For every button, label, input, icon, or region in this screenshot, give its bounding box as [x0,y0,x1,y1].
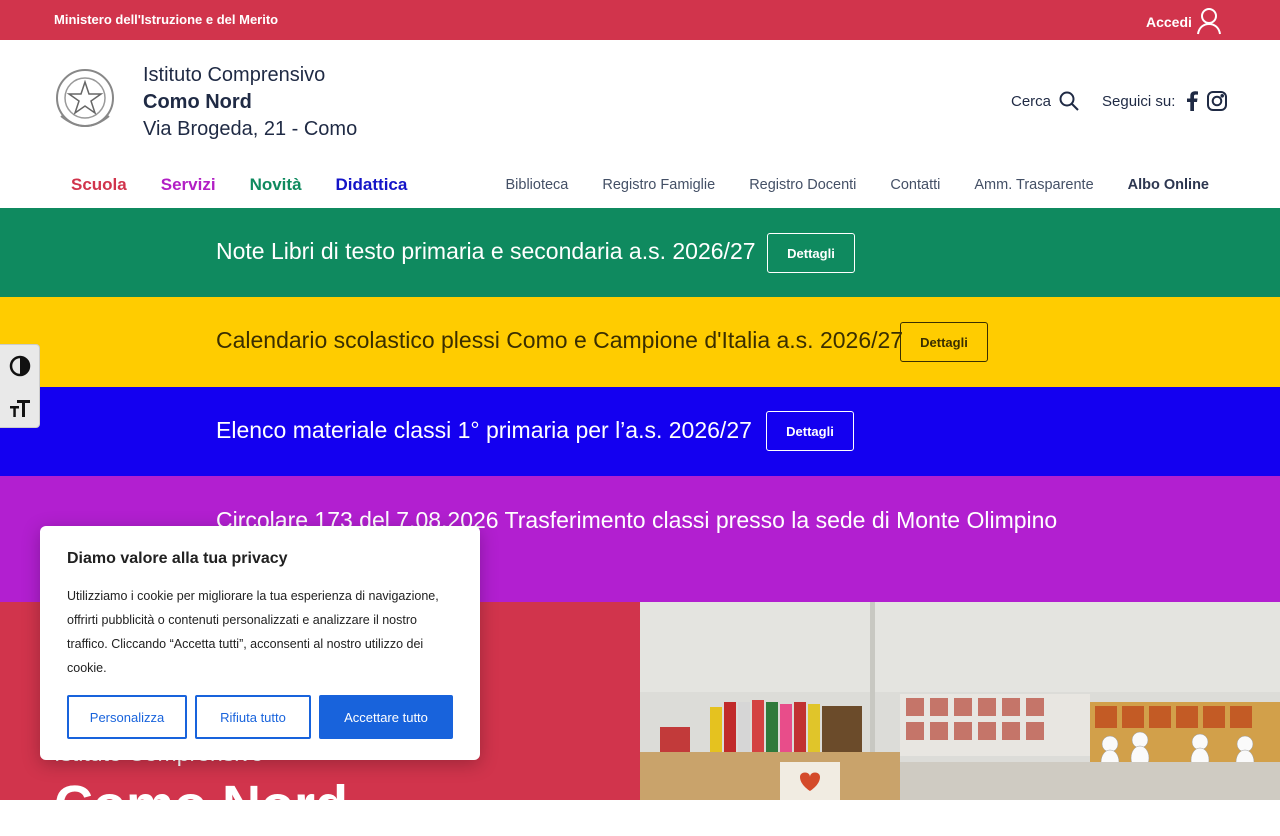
news-band-1-text[interactable]: Note Libri di testo primaria e secondari… [216,238,756,265]
search-label: Cerca [1011,92,1052,110]
text-size-toggle[interactable] [0,387,39,429]
news-band-3-button[interactable]: Dettagli [766,411,854,451]
instagram-icon[interactable] [1207,91,1227,111]
news-band-2: Calendario scolastico plessi Como e Camp… [0,297,1280,387]
nav-scuola[interactable]: Scuola [71,175,127,195]
school-line3: Via Brogeda, 21 - Como [143,118,358,140]
cookie-body: Utilizziamo i cookie per migliorare la t… [67,589,439,675]
cookie-title: Diamo valore alla tua privacy [67,550,288,567]
hero-photo [640,602,1280,800]
school-line2: Como Nord [143,91,252,113]
news-band-1: Note Libri di testo primaria e secondari… [0,208,1280,297]
emblem-icon[interactable] [53,64,117,136]
accessibility-toolbar [0,344,40,428]
follow-label: Seguici su: [1102,93,1176,110]
nav-registro-docenti[interactable]: Registro Docenti [749,177,856,193]
text-size-icon [9,400,30,417]
school-line1: Istituto Comprensivo [143,64,326,86]
nav-didattica[interactable]: Didattica [336,175,408,195]
search-icon [1059,91,1079,111]
cookie-consent-dialog: Diamo valore alla tua privacy Utilizziam… [40,526,480,760]
nav-biblioteca[interactable]: Biblioteca [506,177,569,193]
school-name[interactable]: Istituto Comprensivo Como Nord Via Broge… [143,62,357,143]
hero-title: Como Nord [54,775,348,835]
cookie-customize-button[interactable]: Personalizza [67,695,187,739]
nav-registro-famiglie[interactable]: Registro Famiglie [602,177,715,193]
classroom-photo [640,602,1280,800]
nav-contatti[interactable]: Contatti [890,177,940,193]
facebook-icon[interactable] [1186,91,1198,111]
nav-albo-online[interactable]: Albo Online [1128,177,1209,193]
news-band-3-text[interactable]: Elenco materiale classi 1° primaria per … [216,417,752,444]
news-band-3: Elenco materiale classi 1° primaria per … [0,387,1280,476]
login-button[interactable]: Accedi [1146,8,1221,35]
contrast-icon [9,355,30,377]
cookie-accept-button[interactable]: Accettare tutto [319,695,453,739]
login-label: Accedi [1146,14,1192,30]
cookie-reject-button[interactable]: Rifiuta tutto [195,695,311,739]
secondary-nav: Biblioteca Registro Famiglie Registro Do… [506,177,1210,193]
news-band-2-text[interactable]: Calendario scolastico plessi Como e Camp… [216,327,903,354]
site-header: Istituto Comprensivo Como Nord Via Broge… [0,40,1280,208]
news-band-1-button[interactable]: Dettagli [767,233,855,273]
search-button[interactable]: Cerca [1011,91,1079,111]
nav-amm-trasparente[interactable]: Amm. Trasparente [974,177,1093,193]
nav-servizi[interactable]: Servizi [161,175,216,195]
ministry-link[interactable]: Ministero dell'Istruzione e del Merito [54,12,278,27]
main-nav: Scuola Servizi Novità Didattica [71,175,407,195]
news-band-2-button[interactable]: Dettagli [900,322,988,362]
user-icon [1197,8,1221,35]
top-bar: Ministero dell'Istruzione e del Merito A… [0,0,1280,40]
contrast-toggle[interactable] [0,345,39,387]
nav-novita[interactable]: Novità [250,175,302,195]
